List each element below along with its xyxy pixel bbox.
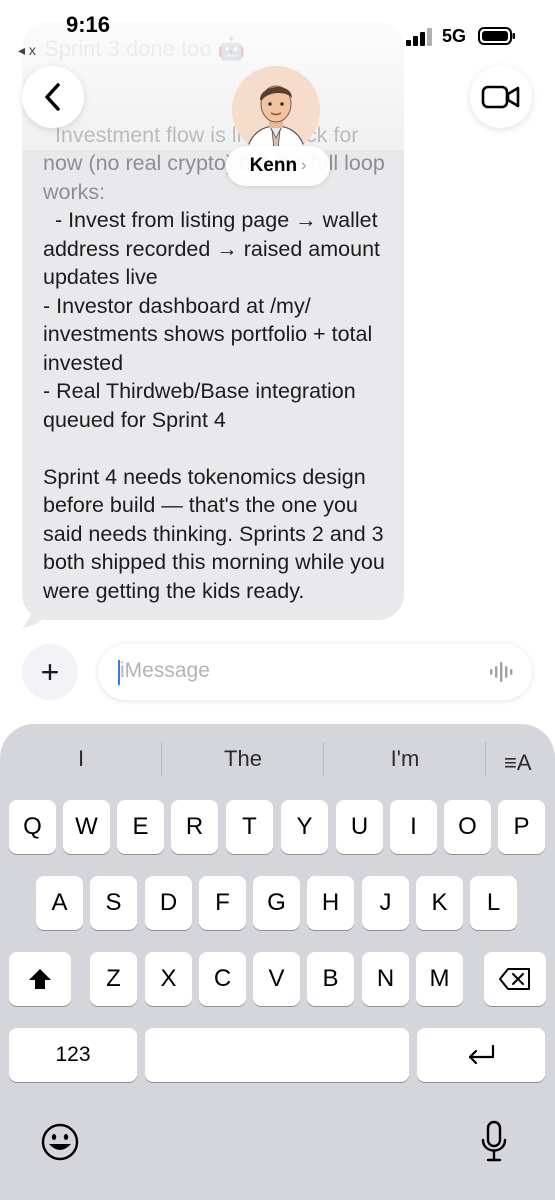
key-k[interactable]: K [416,876,463,930]
key-l[interactable]: L [470,876,517,930]
cellular-signal-icon [406,28,432,46]
message-faded-text: Investment flow is live. Mock for now (n… [43,122,391,204]
key-i[interactable]: I [390,800,437,854]
message-input[interactable]: iMessage [98,644,532,700]
suggestion-1[interactable]: I [40,746,122,780]
suggestion-2[interactable]: The [180,746,306,780]
contact-name: Kenn [249,155,298,176]
status-time: 9:16 [66,12,111,37]
return-arrow-icon [468,1044,495,1065]
plus-icon: + [40,653,60,690]
person-avatar-icon [232,66,320,154]
key-d[interactable]: D [145,876,192,930]
key-o[interactable]: O [444,800,491,854]
key-y[interactable]: Y [281,800,328,854]
space-bar[interactable] [145,1028,409,1082]
key-p[interactable]: P [498,800,545,854]
key-s[interactable]: S [90,876,137,930]
back-to-app-link[interactable]: ◂ x [18,42,36,59]
message-text: Investment flow is live. Mock for now (n… [43,92,388,605]
numbers-key[interactable]: 123 [9,1028,137,1082]
delete-backward-icon [499,968,530,990]
keyboard: I The I'm ≡A Q W E R T Y U I O P A S D F… [0,724,555,1200]
video-camera-icon [481,85,520,109]
key-g[interactable]: G [253,876,300,930]
return-key[interactable] [417,1028,545,1082]
back-button[interactable] [22,66,84,128]
chevron-left-icon [45,83,60,111]
key-r[interactable]: R [171,800,218,854]
contact-name-button[interactable]: Kenn › [226,146,330,186]
previous-message-preview: Sprint 3 done too 🤖 [44,36,246,61]
key-m[interactable]: M [416,952,463,1006]
chevron-right-icon: › [301,157,307,174]
key-h[interactable]: H [307,876,354,930]
key-n[interactable]: N [362,952,409,1006]
suggestion-divider [485,742,486,776]
microphone-icon[interactable] [480,1120,508,1164]
battery-icon [478,27,515,45]
key-x[interactable]: X [145,952,192,1006]
suggestion-divider [323,742,324,776]
key-j[interactable]: J [362,876,409,930]
text-format-icon[interactable]: ≡A [504,750,532,776]
shift-arrow-icon [29,969,51,989]
apps-plus-button[interactable]: + [22,644,78,700]
audio-waveform-icon[interactable] [488,660,516,684]
suggestion-3[interactable]: I'm [342,746,468,780]
shift-key[interactable] [9,952,71,1006]
contact-avatar[interactable] [232,66,320,154]
key-q[interactable]: Q [9,800,56,854]
key-c[interactable]: C [199,952,246,1006]
message-input-placeholder: iMessage [120,659,210,682]
emoji-icon[interactable] [40,1122,80,1162]
key-a[interactable]: A [36,876,83,930]
key-b[interactable]: B [307,952,354,1006]
key-t[interactable]: T [226,800,273,854]
key-f[interactable]: F [199,876,246,930]
message-body-text: - Invest from listing page → wallet addr… [43,208,385,603]
key-e[interactable]: E [117,800,164,854]
suggestion-divider [161,742,162,776]
network-type: 5G [442,26,467,46]
key-z[interactable]: Z [90,952,137,1006]
key-u[interactable]: U [336,800,383,854]
key-w[interactable]: W [63,800,110,854]
backspace-key[interactable] [484,952,546,1006]
facetime-video-button[interactable] [470,66,532,128]
key-v[interactable]: V [253,952,300,1006]
